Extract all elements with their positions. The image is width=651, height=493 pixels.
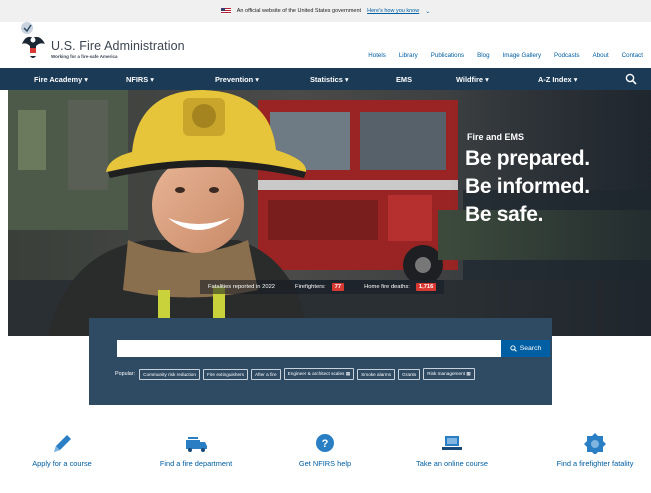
gov-banner-text: An official website of the United States…	[236, 8, 362, 14]
popular-searches: Popular: Community risk reduction Fire e…	[115, 368, 475, 380]
popular-chip-after-a-fire[interactable]: After a fire	[250, 368, 281, 380]
us-flag-icon	[220, 8, 231, 14]
hero-kicker: Fire and EMS	[467, 132, 525, 142]
hero-banner: Fire and EMS Be prepared. Be informed. B…	[8, 90, 651, 336]
site-search-panel: Search Popular: Community risk reduction…	[89, 318, 552, 405]
site-title[interactable]: U.S. Fire Administration	[51, 39, 185, 53]
site-tagline: Working for a fire-safe America	[51, 54, 118, 59]
chevron-down-icon[interactable]: ⌄	[425, 8, 430, 15]
nav-statistics[interactable]: Statistics ▾	[310, 75, 349, 84]
quick-link-label: Apply for a course	[32, 459, 92, 468]
util-link-library[interactable]: Library	[399, 52, 418, 59]
nav-wildfire[interactable]: Wildfire ▾	[456, 75, 489, 84]
gov-banner: An official website of the United States…	[0, 0, 651, 22]
search-input[interactable]	[117, 340, 501, 357]
search-icon[interactable]	[625, 73, 637, 85]
popular-chip-smoke-alarms[interactable]: Smoke alarms	[357, 368, 396, 380]
quick-link-firefighter-fatality[interactable]: Find a firefighter fatality	[544, 432, 646, 468]
home-fire-deaths-label: Home fire deaths:	[364, 284, 410, 290]
util-link-about[interactable]: About	[593, 52, 609, 59]
pdf-icon: ▦	[466, 371, 471, 376]
hero-headline-3: Be safe.	[465, 203, 544, 226]
util-link-hotels[interactable]: Hotels	[368, 52, 386, 59]
question-icon: ?	[316, 434, 334, 452]
util-link-podcasts[interactable]: Podcasts	[554, 52, 579, 59]
hero-firefighter-photo	[8, 90, 651, 336]
popular-chip-fire-extinguishers[interactable]: Fire extinguishers	[202, 368, 248, 380]
utility-nav: Hotels Library Publications Blog Image G…	[355, 52, 643, 59]
quick-link-apply-course[interactable]: Apply for a course	[22, 432, 102, 468]
quick-link-find-fire-department[interactable]: Find a fire department	[148, 432, 244, 468]
nav-fire-academy[interactable]: Fire Academy ▾	[34, 75, 88, 84]
util-link-publications[interactable]: Publications	[431, 52, 464, 59]
usfa-eagle-logo-icon[interactable]	[18, 22, 48, 64]
search-button-label: Search	[519, 345, 542, 352]
util-link-image-gallery[interactable]: Image Gallery	[503, 52, 542, 59]
pencil-icon	[54, 435, 71, 452]
firefighters-label: Firefighters:	[295, 284, 326, 290]
util-link-blog[interactable]: Blog	[477, 52, 489, 59]
util-link-contact[interactable]: Contact	[622, 52, 643, 59]
fatality-stats-strip[interactable]: Fatalities reported in 2022 Firefighters…	[200, 280, 445, 294]
fire-truck-icon	[186, 437, 207, 452]
hero-headline-2: Be informed.	[465, 175, 590, 198]
popular-chip-risk-management[interactable]: Risk management ▦	[423, 368, 475, 380]
popular-chip-engineer-architect-scales[interactable]: Engineer & architect scales ▦	[283, 368, 355, 380]
heres-how-you-know-link[interactable]: Here's how you know	[367, 8, 419, 14]
popular-label: Popular:	[115, 371, 136, 377]
search-button[interactable]: Search	[501, 340, 550, 357]
laptop-icon	[442, 436, 462, 450]
nav-ems[interactable]: EMS	[396, 75, 412, 84]
home-fire-deaths-badge[interactable]: 1,716	[415, 283, 437, 291]
popular-chip-grants[interactable]: Grants	[398, 368, 421, 380]
chip-label: Engineer & architect scales	[287, 371, 345, 376]
quick-link-nfirs-help[interactable]: ? Get NFIRS help	[289, 432, 361, 468]
svg-text:?: ?	[322, 438, 329, 450]
quick-link-label: Find a firefighter fatality	[556, 459, 634, 468]
site-header: U.S. Fire Administration Working for a f…	[0, 22, 651, 68]
quick-link-label: Get NFIRS help	[298, 459, 352, 468]
search-icon	[510, 345, 517, 352]
badge-icon	[584, 433, 606, 454]
pdf-icon: ▦	[345, 371, 351, 376]
nav-prevention[interactable]: Prevention ▾	[215, 75, 259, 84]
quick-link-label: Take an online course	[416, 459, 488, 468]
popular-chip-community-risk-reduction[interactable]: Community risk reduction	[139, 368, 200, 380]
stats-label: Fatalities reported in 2022	[208, 284, 276, 290]
firefighters-count-badge[interactable]: 77	[331, 283, 345, 291]
quick-link-label: Find a fire department	[159, 459, 233, 468]
hero-headline-1: Be prepared.	[465, 147, 590, 170]
main-nav: Fire Academy ▾ NFIRS ▾ Prevention ▾ Stat…	[0, 68, 651, 90]
quick-link-online-course[interactable]: Take an online course	[404, 432, 500, 468]
nav-nfirs[interactable]: NFIRS ▾	[126, 75, 154, 84]
chip-label: Risk management	[427, 371, 465, 376]
nav-a-z-index[interactable]: A-Z Index ▾	[538, 75, 577, 84]
